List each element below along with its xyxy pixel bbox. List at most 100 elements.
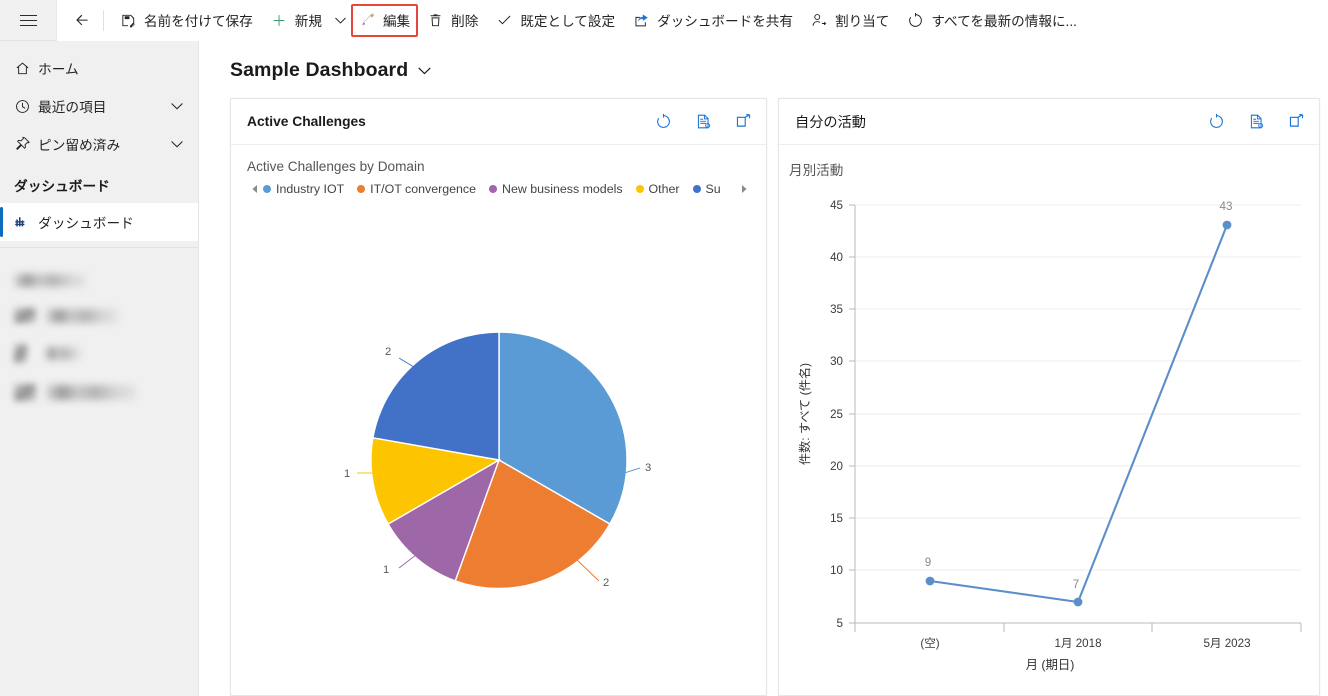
chevron-down-icon[interactable]: [168, 137, 186, 151]
command-edit[interactable]: 編集: [350, 3, 419, 37]
chevron-down-icon[interactable]: [168, 99, 186, 113]
line-chart[interactable]: 45 40 35 30 25 20 15 10 5 件数: すべて (件名) (…: [789, 183, 1311, 691]
pie-label-value: 3: [645, 462, 651, 474]
legend-scroll-left-button[interactable]: [247, 184, 263, 194]
home-icon: [14, 60, 38, 77]
legend-color-swatch: [357, 185, 366, 193]
card-my-activity: 自分の活動 月別活動 45 40 35 30 25 20 15 10 5 件数:…: [778, 98, 1320, 696]
pie-chart[interactable]: 3 2 1 1 2: [247, 200, 752, 689]
data-label: 7: [1073, 578, 1079, 591]
chart-title: Active Challenges by Domain: [247, 159, 425, 174]
legend-label: Su: [705, 182, 721, 196]
y-axis-tick-label: 30: [830, 355, 843, 368]
legend-label: IT/OT convergence: [370, 182, 477, 196]
command-new[interactable]: 新規: [262, 4, 331, 37]
sidebar-item-dashboard[interactable]: ダッシュボード: [0, 203, 198, 241]
card-header: Active Challenges: [231, 99, 766, 145]
dashboard-grid: Active Challenges Active Challenges by D…: [199, 98, 1328, 696]
redacted-item: [14, 384, 198, 401]
card-body: Active Challenges by Domain Industry IOT…: [231, 145, 766, 695]
y-axis-tick-label: 5: [837, 617, 843, 630]
refresh-icon[interactable]: [1208, 113, 1225, 130]
chevron-down-icon: [334, 14, 347, 27]
command-save-as[interactable]: 名前を付けて保存: [111, 4, 262, 37]
check-icon: [496, 12, 513, 29]
clock-icon: [14, 98, 38, 115]
legend-color-swatch: [263, 185, 271, 193]
command-refresh-all[interactable]: すべてを最新の情報に...: [898, 4, 1086, 37]
body-row: ホーム 最近の項目 ピン留め済み ダッシュボード ダッシュボード Sample …: [0, 41, 1328, 696]
hamburger-menu-button[interactable]: [0, 0, 56, 41]
page-title-row: Sample Dashboard: [199, 41, 1328, 98]
legend-item[interactable]: Industry IOT: [263, 182, 344, 196]
y-axis-tick-label: 15: [830, 512, 843, 525]
legend-color-swatch: [692, 185, 701, 193]
toolbar-divider: [103, 9, 104, 31]
command-label: 既定として設定: [520, 14, 616, 29]
sidebar-item-recent[interactable]: 最近の項目: [0, 87, 198, 125]
x-axis-title: 月 (期日): [1025, 658, 1075, 672]
share-icon: [633, 12, 650, 29]
card-actions: [655, 113, 752, 130]
legend-scroll-right-button[interactable]: [736, 184, 752, 194]
sidebar-item-pinned[interactable]: ピン留め済み: [0, 125, 198, 163]
back-button[interactable]: [66, 4, 98, 36]
redacted-item: [14, 308, 198, 323]
legend-item[interactable]: IT/OT convergence: [357, 182, 476, 196]
command-label: 編集: [382, 14, 411, 29]
y-axis-tick-label: 35: [830, 303, 843, 316]
x-axis-tick-label: 1月 2018: [1054, 637, 1101, 650]
command-label: 名前を付けて保存: [144, 14, 253, 29]
command-set-as-default[interactable]: 既定として設定: [487, 4, 624, 37]
pie-label-value: 2: [385, 346, 391, 358]
refresh-icon: [907, 12, 924, 29]
pie-chart-svg: 3 2 1 1 2: [344, 331, 651, 590]
new-dropdown-chevron[interactable]: [331, 14, 351, 27]
legend-item[interactable]: Su: [692, 182, 721, 196]
popout-icon[interactable]: [735, 113, 752, 130]
app-root: 名前を付けて保存 新規 編集 削除 既定として設定 ダッシュボードを共有 割り当…: [0, 0, 1328, 696]
card-title: 自分の活動: [795, 114, 866, 131]
top-command-bar: 名前を付けて保存 新規 編集 削除 既定として設定 ダッシュボードを共有 割り当…: [0, 0, 1328, 41]
sidebar-item-label: ダッシュボード: [38, 216, 134, 231]
sidebar-item-label: 最近の項目: [38, 100, 107, 115]
pie-slice-su[interactable]: [372, 331, 500, 461]
sidebar-item-home[interactable]: ホーム: [0, 49, 198, 87]
records-icon[interactable]: [1248, 113, 1265, 130]
legend-item[interactable]: New business models: [489, 182, 623, 196]
legend-item[interactable]: Other: [635, 182, 680, 196]
chevron-down-icon[interactable]: [417, 63, 432, 78]
card-active-challenges: Active Challenges Active Challenges by D…: [230, 98, 767, 696]
chart-title: 月別活動: [789, 163, 844, 178]
redacted-item: [14, 344, 198, 363]
pie-label-value: 2: [603, 577, 609, 589]
pie-label-value: 1: [383, 564, 389, 576]
legend-items: Industry IOT IT/OT convergence New busin…: [263, 182, 736, 196]
data-point[interactable]: [925, 576, 935, 586]
records-icon[interactable]: [695, 113, 712, 130]
data-label: 43: [1220, 200, 1233, 213]
sidebar-item-label: ホーム: [38, 62, 79, 77]
assign-user-icon: [811, 12, 828, 29]
page-title: Sample Dashboard: [230, 59, 409, 81]
pie-label-value: 1: [344, 468, 350, 480]
y-axis-tick-label: 45: [830, 199, 843, 212]
x-axis-tick-label: (空): [920, 636, 939, 650]
line-chart-svg: 45 40 35 30 25 20 15 10 5 件数: すべて (件名) (…: [797, 199, 1302, 650]
command-assign[interactable]: 割り当て: [802, 4, 898, 37]
hamburger-icon: [19, 14, 37, 26]
pencil-icon: [359, 12, 376, 29]
command-share-dashboard[interactable]: ダッシュボードを共有: [624, 4, 802, 37]
command-label: 新規: [294, 14, 322, 29]
popout-icon[interactable]: [1288, 113, 1305, 130]
main-content: Sample Dashboard Active Challenges Activ…: [199, 41, 1328, 696]
data-point[interactable]: [1073, 597, 1083, 607]
card-header: 自分の活動: [779, 99, 1319, 145]
refresh-icon[interactable]: [655, 113, 672, 130]
command-label: ダッシュボードを共有: [657, 14, 793, 29]
x-axis-tick-label: 5月 2023: [1203, 637, 1250, 650]
y-axis-title: 件数: すべて (件名): [797, 363, 812, 465]
command-delete[interactable]: 削除: [418, 4, 487, 37]
pin-icon: [14, 136, 38, 153]
data-point[interactable]: [1222, 220, 1232, 230]
